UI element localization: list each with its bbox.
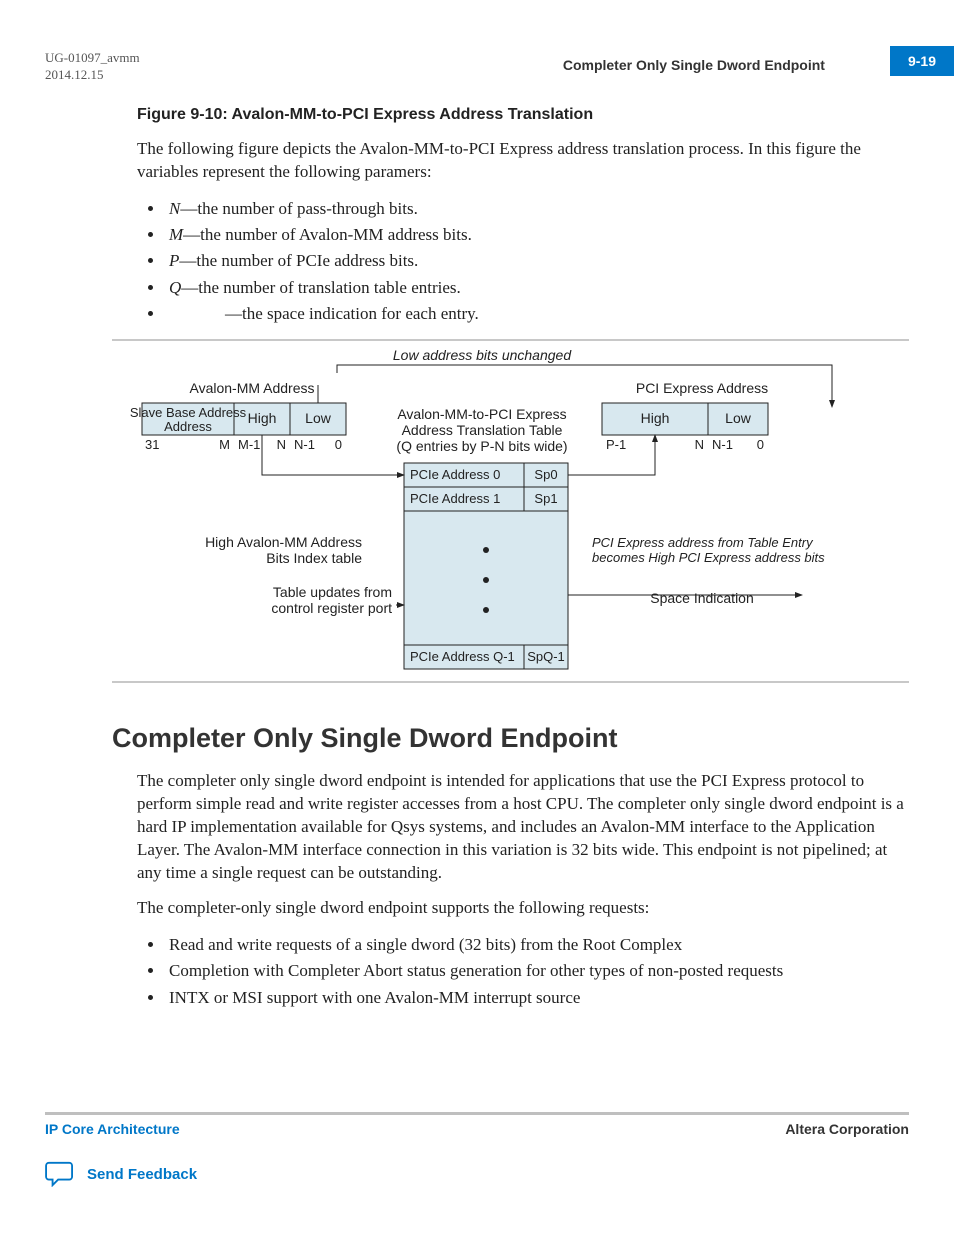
svg-text:Space Indication: Space Indication (650, 590, 754, 606)
feedback-label: Send Feedback (87, 1166, 197, 1183)
list-item: N—the number of pass-through bits. (165, 196, 909, 222)
list-item: Completion with Completer Abort status g… (165, 958, 909, 984)
section-paragraph: The completer only single dword endpoint… (137, 770, 909, 885)
requests-list: Read and write requests of a single dwor… (137, 932, 909, 1011)
doc-id: UG-01097_avmm (45, 50, 140, 67)
page-header: UG-01097_avmm 2014.12.15 Completer Only … (45, 50, 909, 84)
svg-text:Sp0: Sp0 (534, 467, 557, 482)
svg-text:Avalon-MM Address: Avalon-MM Address (189, 380, 314, 396)
svg-text:N-1: N-1 (712, 437, 733, 452)
doc-date: 2014.12.15 (45, 67, 140, 84)
section-heading: Completer Only Single Dword Endpoint (112, 723, 909, 754)
svg-text:Address Translation Table: Address Translation Table (402, 422, 563, 438)
figure-caption: Figure 9-10: Avalon-MM-to-PCI Express Ad… (137, 106, 909, 124)
svg-text:N-1: N-1 (294, 437, 315, 452)
doc-meta: UG-01097_avmm 2014.12.15 (45, 50, 140, 84)
list-item: Read and write requests of a single dwor… (165, 932, 909, 958)
page-footer: IP Core Architecture Altera Corporation … (45, 1112, 909, 1187)
svg-text:SpQ-1: SpQ-1 (527, 649, 565, 664)
svg-text:M: M (219, 437, 230, 452)
divider (112, 339, 909, 341)
list-item: INTX or MSI support with one Avalon‑MM i… (165, 985, 909, 1011)
svg-text:0: 0 (335, 437, 342, 452)
header-section-title: Completer Only Single Dword Endpoint (563, 57, 825, 73)
svg-text:PCIe Address 0: PCIe Address 0 (410, 467, 500, 482)
svg-text:(Q entries by P-N bits wide): (Q entries by P-N bits wide) (396, 438, 567, 454)
svg-text:31: 31 (145, 437, 159, 452)
list-item: P—the number of PCIe address bits. (165, 248, 909, 274)
divider (112, 681, 909, 683)
list-item: —the space indication for each entry. (165, 301, 909, 327)
svg-text:PCIe Address Q-1: PCIe Address Q-1 (410, 649, 515, 664)
svg-text:PCIe Address 1: PCIe Address 1 (410, 491, 500, 506)
page-number-tab: 9-19 (890, 46, 954, 76)
svg-text:control register port: control register port (271, 600, 392, 616)
svg-text:High: High (641, 410, 670, 426)
svg-text:Bits Index table: Bits Index table (266, 550, 362, 566)
svg-text:High: High (248, 410, 277, 426)
intro-paragraph: The following figure depicts the Avalon-… (137, 138, 909, 184)
svg-text:High Avalon-MM Address: High Avalon-MM Address (205, 534, 362, 550)
svg-text:Table updates from: Table updates from (273, 584, 392, 600)
svg-text:N: N (695, 437, 704, 452)
footer-company: Altera Corporation (785, 1121, 909, 1137)
feedback-icon (45, 1161, 75, 1187)
svg-text:Sp1: Sp1 (534, 491, 557, 506)
list-item: Q—the number of translation table entrie… (165, 275, 909, 301)
svg-text:Low: Low (725, 410, 752, 426)
svg-text:Low: Low (305, 410, 332, 426)
list-item: M—the number of Avalon-MM address bits. (165, 222, 909, 248)
svg-text:Low address bits unchanged: Low address bits unchanged (393, 347, 572, 363)
variable-list: N—the number of pass-through bits. M—the… (137, 196, 909, 328)
svg-text:M-1: M-1 (238, 437, 260, 452)
svg-text:N: N (277, 437, 286, 452)
send-feedback-link[interactable]: Send Feedback (45, 1161, 909, 1187)
svg-text:Avalon-MM-to-PCI Express: Avalon-MM-to-PCI Express (397, 406, 566, 422)
svg-text:P-1: P-1 (606, 437, 626, 452)
address-translation-diagram: Low address bits unchanged Avalon-MM Add… (82, 345, 872, 675)
svg-text:becomes High PCI Express addre: becomes High PCI Express address bits (592, 550, 825, 565)
svg-text:Address: Address (164, 419, 212, 434)
svg-text:Slave Base Address: Slave Base Address (130, 405, 247, 420)
svg-text:PCI Express address from Table: PCI Express address from Table Entry (592, 535, 814, 550)
section-paragraph: The completer-only single dword endpoint… (137, 897, 909, 920)
footer-left-link[interactable]: IP Core Architecture (45, 1121, 180, 1137)
svg-text:PCI Express Address: PCI Express Address (636, 380, 768, 396)
svg-text:0: 0 (757, 437, 764, 452)
